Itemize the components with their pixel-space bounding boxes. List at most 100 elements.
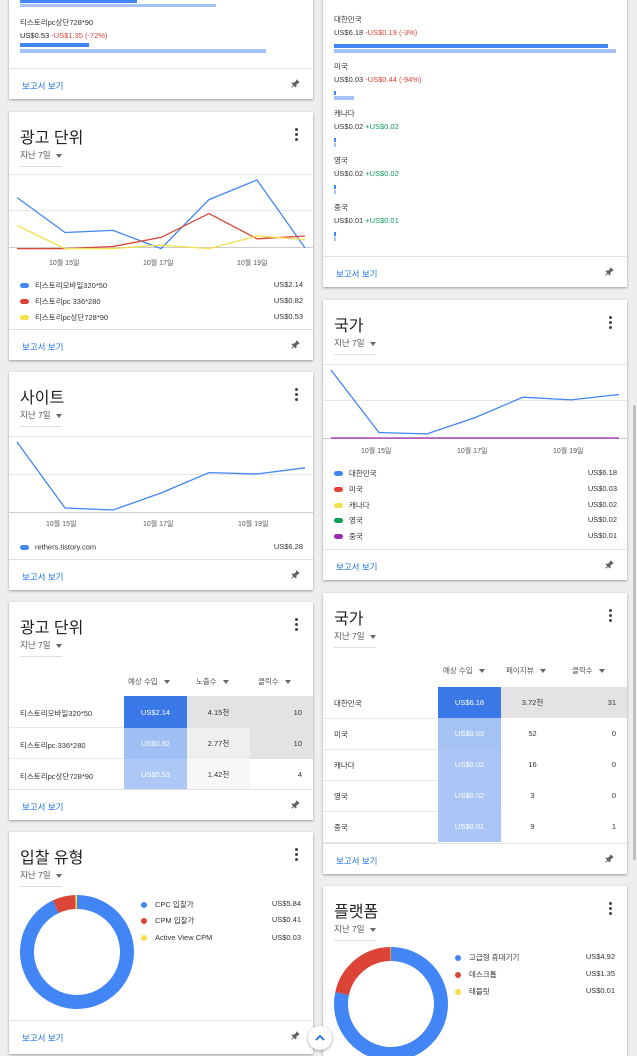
column-header-revenue[interactable]: 예상 수입 — [128, 676, 170, 687]
item-delta: -US$1.35 (-72%) — [51, 31, 107, 40]
period-select[interactable]: 지난 7일 — [334, 337, 376, 355]
clicks-cell: 10 — [250, 728, 313, 759]
view-report-link[interactable]: 보고서 보기 — [22, 341, 63, 353]
view-report-link[interactable]: 보고서 보기 — [22, 571, 63, 583]
column-header-clicks[interactable]: 클릭수 — [258, 676, 291, 687]
sort-caret-icon — [599, 669, 605, 673]
period-select[interactable]: 지난 7일 — [20, 409, 62, 427]
view-report-link[interactable]: 보고서 보기 — [336, 268, 377, 280]
legend-item[interactable]: 티스토리모바일320*50 US$2.14 — [20, 280, 303, 292]
legend-label: CPM 입찰가 — [155, 916, 194, 925]
column-header-clicks[interactable]: 클릭수 — [572, 665, 605, 676]
period-label: 지난 7일 — [334, 924, 365, 934]
pie-legend-item[interactable]: 고급형 휴대기기US$4.92 — [455, 952, 615, 963]
column-header-impressions[interactable]: 노출수 — [196, 676, 229, 687]
view-report-link[interactable]: 보고서 보기 — [22, 801, 63, 813]
pin-icon[interactable] — [603, 559, 615, 571]
country-value: US$6.18 — [334, 28, 363, 37]
column-header-revenue[interactable]: 예상 수입 — [443, 665, 485, 676]
period-select[interactable]: 지난 7일 — [20, 639, 62, 657]
period-label: 지난 7일 — [20, 410, 51, 420]
pin-icon[interactable] — [289, 569, 301, 581]
legend-item[interactable]: 캐나다US$0.02 — [334, 500, 617, 512]
impressions-cell: 1.42천 — [187, 759, 250, 790]
clicks-cell: 10 — [250, 696, 313, 728]
pin-icon[interactable] — [603, 266, 615, 278]
x-tick-label: 10월 19일 — [237, 258, 267, 268]
card-footer: 보고서 보기 — [323, 256, 627, 287]
header-label: 노출수 — [196, 677, 217, 686]
legend-item[interactable]: rethers.tistory.comUS$6.28 — [20, 542, 303, 554]
legend-item[interactable]: 미국US$0.03 — [334, 484, 617, 496]
more-vert-icon[interactable] — [295, 128, 299, 142]
revenue-cell: US$0.02 — [438, 780, 501, 811]
legend-item[interactable]: 티스토리pc상단728*90US$0.53 — [20, 312, 303, 324]
adunit-chart-card: 광고 단위 지난 7일 10월 15일 10월 17일 10월 19일 티스토리… — [9, 112, 313, 360]
pie-legend-item[interactable]: CPC 입찰가US$5.84 — [141, 899, 301, 910]
adunit-table-card: 광고 단위 지난 7일 예상 수입 노출수 클릭수 티스토리모바일320*50 … — [9, 602, 313, 820]
legend-label: 중국 — [349, 532, 363, 541]
card-title: 광고 단위 — [20, 614, 83, 638]
view-report-link[interactable]: 보고서 보기 — [22, 1032, 63, 1044]
pie-legend-item[interactable]: 태블릿US$0.01 — [455, 986, 615, 997]
legend-label: 티스토리모바일320*50 — [35, 281, 107, 290]
country-value-line: US$0.02+US$0.02 — [334, 169, 399, 178]
scroll-to-top-button[interactable] — [308, 1026, 332, 1050]
more-vert-icon[interactable] — [609, 316, 613, 330]
pie-legend-item[interactable]: 데스크톱US$1.35 — [455, 969, 615, 980]
legend-value: US$2.14 — [274, 280, 303, 289]
sort-caret-icon — [223, 680, 229, 684]
legend-item[interactable]: 영국US$0.02 — [334, 515, 617, 527]
pie-legend-item[interactable]: Active View CPMUS$0.03 — [141, 933, 301, 942]
period-select[interactable]: 지난 7일 — [334, 630, 376, 648]
country-delta: +US$0.02 — [365, 169, 399, 178]
pin-icon[interactable] — [289, 799, 301, 811]
period-select[interactable]: 지난 7일 — [334, 923, 376, 941]
donut-chart — [17, 892, 137, 1012]
card-title: 플랫폼 — [334, 898, 378, 922]
pin-icon[interactable] — [289, 339, 301, 351]
scrollbar[interactable] — [633, 405, 636, 860]
pie-legend-item[interactable]: CPM 입찰가US$0.41 — [141, 915, 301, 926]
line-chart-svg — [9, 436, 313, 516]
view-report-link[interactable]: 보고서 보기 — [336, 855, 377, 867]
previous-bar — [334, 49, 616, 53]
legend-label: 데스크톱 — [469, 970, 497, 979]
legend-value: US$6.18 — [588, 468, 617, 477]
period-select[interactable]: 지난 7일 — [20, 149, 62, 167]
legend-item[interactable]: 대한민국US$6.18 — [334, 468, 617, 480]
period-label: 지난 7일 — [20, 640, 51, 650]
column-header-pageviews[interactable]: 페이지뷰 — [506, 665, 546, 676]
row-label: 미국 — [334, 729, 348, 740]
country-value: US$0.01 — [334, 216, 363, 225]
legend-item[interactable]: 티스토리pc 336*280US$0.82 — [20, 296, 303, 308]
chevron-up-icon — [308, 1026, 332, 1050]
more-vert-icon[interactable] — [609, 609, 613, 623]
country-label: 영국 — [334, 155, 348, 166]
pin-icon[interactable] — [289, 78, 301, 90]
more-vert-icon[interactable] — [609, 902, 613, 916]
pin-icon[interactable] — [289, 1030, 301, 1042]
header-label: 페이지뷰 — [506, 666, 534, 675]
row-divider — [9, 758, 124, 759]
legend-item[interactable]: 중국US$0.01 — [334, 531, 617, 543]
more-vert-icon[interactable] — [295, 618, 299, 632]
legend-label: 영국 — [349, 516, 363, 525]
row-label: 티스토리모바일320*50 — [20, 708, 92, 719]
x-tick-label: 10월 17일 — [457, 446, 487, 456]
pin-icon[interactable] — [603, 853, 615, 865]
period-select[interactable]: 지난 7일 — [20, 869, 62, 887]
view-report-link[interactable]: 보고서 보기 — [336, 561, 377, 573]
revenue-cell: US$0.02 — [438, 749, 501, 780]
legend-label: CPC 입찰가 — [155, 900, 194, 909]
more-vert-icon[interactable] — [295, 388, 299, 402]
previous-bar — [334, 190, 336, 194]
legend-swatch — [20, 283, 29, 288]
country-label: 캐나다 — [334, 108, 355, 119]
view-report-link[interactable]: 보고서 보기 — [22, 80, 63, 92]
legend-value: US$0.82 — [274, 296, 303, 305]
more-vert-icon[interactable] — [295, 848, 299, 862]
dropdown-caret-icon — [56, 414, 62, 418]
item-current-bar — [20, 43, 89, 47]
country-value-line: US$0.02+US$0.02 — [334, 122, 399, 131]
